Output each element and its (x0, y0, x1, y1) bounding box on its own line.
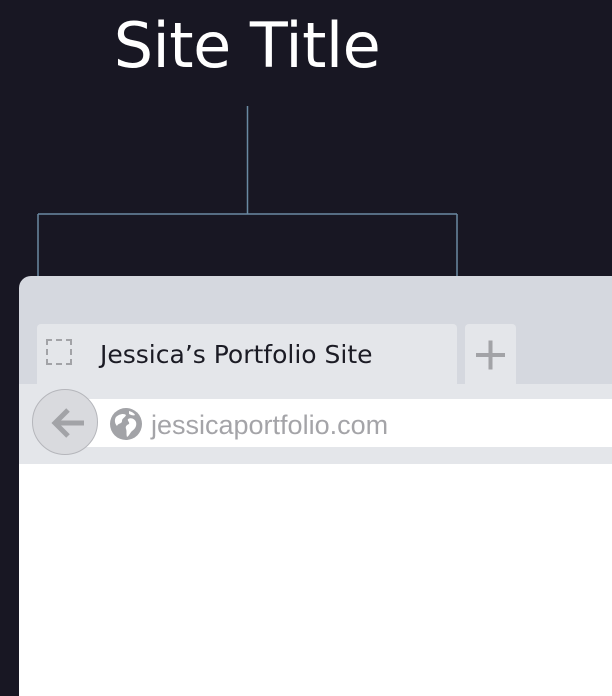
plus-icon (476, 340, 505, 370)
annotation-bracket (37, 106, 458, 278)
address-bar[interactable]: jessicaportfolio.com (69, 399, 612, 447)
new-tab-button[interactable] (465, 324, 516, 386)
url-text: jessicaportfolio.com (151, 410, 389, 440)
tab-title: Jessica’s Portfolio Site (100, 340, 373, 369)
dashed-square-placeholder-icon (46, 339, 72, 365)
page-content-area (19, 464, 612, 696)
browser-window: Jessica’s Portfolio Site jessicaportfoli… (19, 276, 612, 696)
back-button[interactable] (32, 389, 98, 455)
browser-toolbar: jessicaportfolio.com (19, 384, 612, 464)
arrow-left-icon (51, 408, 84, 438)
globe-icon (110, 408, 142, 440)
